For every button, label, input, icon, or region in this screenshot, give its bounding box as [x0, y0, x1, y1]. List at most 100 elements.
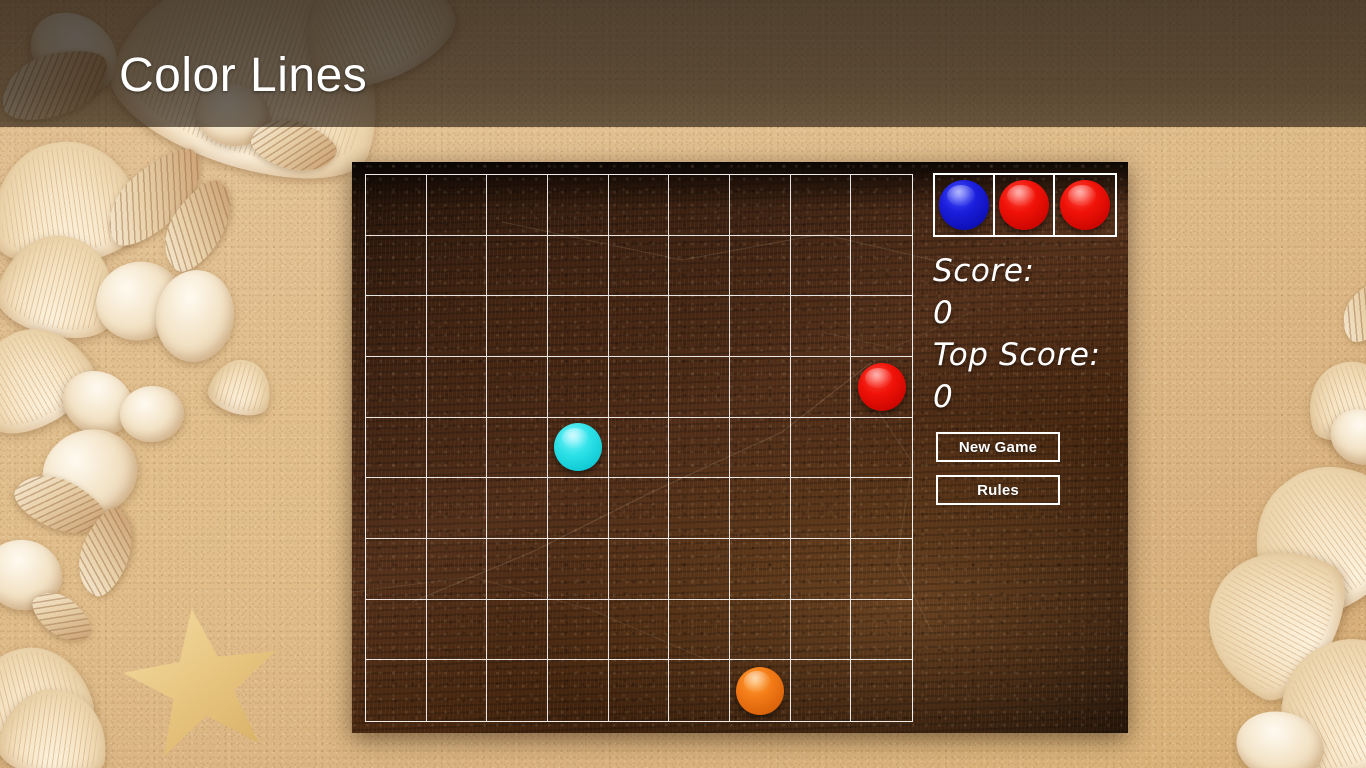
board-cell[interactable]: [730, 599, 791, 661]
board-cell[interactable]: [851, 660, 912, 721]
seashell-decoration: [0, 634, 101, 762]
board-cell[interactable]: [366, 660, 427, 721]
board-cell[interactable]: [487, 599, 548, 661]
board-cell[interactable]: [609, 660, 670, 721]
seashell-decoration: [86, 251, 192, 351]
board-cell[interactable]: [730, 660, 791, 721]
board-cell[interactable]: [487, 175, 548, 236]
board-cell[interactable]: [487, 539, 548, 600]
board-cell[interactable]: [608, 417, 670, 479]
board-cell[interactable]: [790, 175, 852, 236]
board-cell[interactable]: [366, 357, 427, 418]
board-cell[interactable]: [730, 175, 791, 236]
board-cell[interactable]: [790, 296, 852, 357]
seashell-decoration: [147, 172, 249, 280]
score-value: 0: [933, 295, 954, 331]
board-cell[interactable]: [366, 539, 427, 600]
board-ball-orange[interactable]: [735, 666, 784, 715]
board-cell[interactable]: [366, 296, 427, 357]
board-cell[interactable]: [548, 235, 609, 297]
board-cell[interactable]: [366, 478, 427, 539]
board-cell[interactable]: [669, 539, 730, 600]
board-cell[interactable]: [790, 539, 852, 600]
board-cell[interactable]: [669, 599, 730, 661]
board-cell[interactable]: [366, 599, 427, 661]
board-ball-cyan[interactable]: [553, 423, 602, 472]
board-cell[interactable]: [426, 235, 488, 297]
board-cell[interactable]: [487, 660, 548, 721]
board-cell[interactable]: [669, 417, 730, 479]
board-cell[interactable]: [851, 478, 912, 539]
board-cell[interactable]: [487, 357, 548, 418]
board-cell[interactable]: [426, 539, 488, 600]
board-cell[interactable]: [426, 175, 488, 236]
seashell-decoration: [1182, 523, 1364, 715]
board-cell[interactable]: [851, 418, 912, 479]
board-cell[interactable]: [548, 599, 609, 661]
board-cell[interactable]: [790, 357, 852, 418]
board-cell[interactable]: [669, 175, 730, 236]
board-cell[interactable]: [426, 296, 488, 357]
next-ball-red: [1060, 180, 1110, 230]
board-cell[interactable]: [669, 296, 730, 357]
board-cell[interactable]: [608, 478, 670, 539]
board-cell[interactable]: [548, 660, 609, 721]
board-cell[interactable]: [791, 660, 852, 721]
board-cell[interactable]: [426, 599, 488, 661]
board-cell[interactable]: [851, 539, 912, 600]
rules-button[interactable]: Rules: [936, 475, 1060, 505]
board-cell[interactable]: [548, 478, 609, 539]
board-cell[interactable]: [730, 296, 791, 357]
board-cell[interactable]: [669, 235, 730, 297]
seashell-decoration: [52, 359, 144, 447]
game-board-grid[interactable]: [365, 174, 913, 722]
seashell-decoration: [1330, 270, 1366, 350]
board-cell[interactable]: [608, 599, 670, 661]
game-screen: Color Lines Score: 0 Top Score: 0 New Ga…: [0, 0, 1366, 768]
board-cell[interactable]: [730, 235, 791, 297]
board-cell[interactable]: [548, 175, 609, 236]
board-ball-red[interactable]: [857, 362, 906, 411]
seashell-decoration: [26, 580, 98, 654]
board-cell[interactable]: [730, 539, 791, 600]
board-cell[interactable]: [851, 175, 912, 236]
board-cell[interactable]: [851, 296, 912, 357]
board-cell[interactable]: [487, 417, 548, 479]
board-cell[interactable]: [608, 357, 670, 418]
board-cell[interactable]: [851, 357, 912, 418]
board-cell[interactable]: [851, 236, 912, 297]
board-cell[interactable]: [608, 175, 670, 236]
board-cell[interactable]: [730, 357, 791, 418]
game-sidebar: Score: 0 Top Score: 0 New Game Rules: [933, 170, 1119, 670]
board-cell[interactable]: [426, 357, 488, 418]
board-cell[interactable]: [548, 357, 609, 418]
board-cell[interactable]: [790, 599, 852, 661]
board-cell[interactable]: [730, 478, 791, 539]
board-cell[interactable]: [608, 539, 670, 600]
board-cell[interactable]: [669, 478, 730, 539]
score-label: Score:: [933, 253, 1035, 289]
board-cell[interactable]: [487, 296, 548, 357]
board-cell[interactable]: [608, 235, 670, 297]
board-cell[interactable]: [548, 539, 609, 600]
board-cell[interactable]: [608, 296, 670, 357]
board-cell[interactable]: [790, 235, 852, 297]
board-cell[interactable]: [548, 296, 609, 357]
board-cell[interactable]: [669, 357, 730, 418]
board-cell[interactable]: [851, 600, 912, 661]
board-cell[interactable]: [548, 417, 609, 479]
new-game-button[interactable]: New Game: [936, 432, 1060, 462]
board-cell[interactable]: [487, 235, 548, 297]
board-cell[interactable]: [426, 417, 488, 479]
board-cell[interactable]: [730, 417, 791, 479]
board-cell[interactable]: [669, 660, 730, 721]
next-balls-preview: [933, 173, 1117, 237]
board-cell[interactable]: [427, 660, 488, 721]
board-cell[interactable]: [366, 175, 427, 236]
board-cell[interactable]: [426, 478, 488, 539]
board-cell[interactable]: [487, 478, 548, 539]
board-cell[interactable]: [790, 478, 852, 539]
board-cell[interactable]: [366, 417, 427, 479]
board-cell[interactable]: [366, 235, 427, 297]
board-cell[interactable]: [790, 417, 852, 479]
